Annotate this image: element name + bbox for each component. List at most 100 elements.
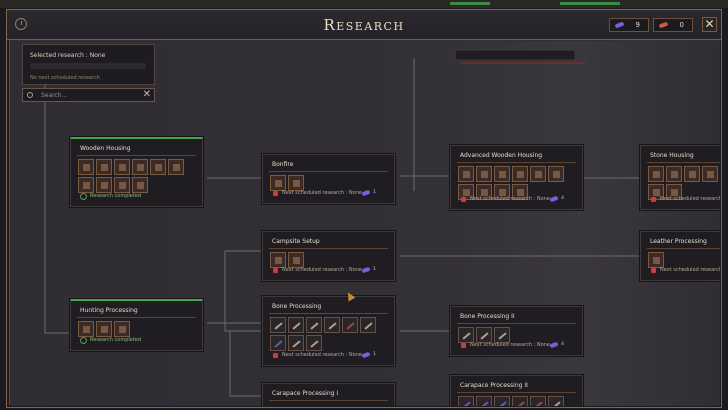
bone-armor-icon[interactable] — [458, 327, 474, 343]
bone-wand-icon[interactable] — [342, 317, 358, 333]
bone-axe-icon[interactable] — [270, 335, 286, 351]
meat-rack-icon[interactable] — [114, 321, 130, 337]
selected-research-label: Selected research : None — [30, 52, 106, 59]
cabinet-icon[interactable] — [96, 177, 112, 193]
node-bone-processing[interactable]: Bone Processing Next scheduled research … — [262, 296, 395, 366]
search-input[interactable] — [41, 90, 141, 100]
bone-bow-icon[interactable] — [288, 335, 304, 351]
status-text: Research completed — [90, 337, 142, 343]
crystal-icon — [549, 341, 559, 349]
node-carapace-processing-i[interactable]: Carapace Processing I — [262, 383, 395, 406]
bonfire-icon[interactable] — [270, 175, 286, 191]
node-title: Wooden Housing — [80, 145, 131, 152]
cost-value: 1 — [373, 267, 376, 272]
status-text: Research completed — [90, 193, 142, 199]
clear-search-icon[interactable]: ✕ — [143, 89, 151, 101]
unlock-icons — [458, 327, 510, 343]
tent-icon[interactable] — [270, 252, 286, 268]
lock-icon — [273, 353, 278, 358]
carapace-staff-icon[interactable] — [530, 396, 546, 406]
stool-icon[interactable] — [168, 159, 184, 175]
node-title: Leather Processing — [650, 238, 707, 245]
bench-icon[interactable] — [150, 159, 166, 175]
node-title: Bone Processing — [272, 303, 322, 310]
node-bone-processing-ii[interactable]: Bone Processing II Next scheduled resear… — [450, 306, 583, 356]
node-leather-processing[interactable]: Leather Processing Next scheduled resear… — [640, 231, 720, 281]
cost-value: 1 — [373, 190, 376, 195]
node-divider — [269, 248, 388, 249]
unlock-icons — [458, 396, 578, 406]
floor-icon[interactable] — [512, 166, 528, 182]
tree-link — [224, 251, 262, 332]
butcher-table-icon[interactable] — [78, 321, 94, 337]
node-status: Next scheduled research : None — [647, 267, 720, 276]
bone-club-icon[interactable] — [270, 317, 286, 333]
bone-helmet-icon[interactable] — [476, 327, 492, 343]
door-icon[interactable] — [96, 159, 112, 175]
node-title: Hunting Processing — [80, 307, 138, 314]
bone-sword-icon[interactable] — [288, 317, 304, 333]
bone-spear-icon[interactable] — [324, 317, 340, 333]
node-status: Next scheduled research : None 1 — [269, 189, 388, 199]
stone-wall-icon[interactable] — [648, 166, 664, 182]
status-text: Next scheduled research : None — [660, 267, 720, 273]
node-advanced-wooden-housing[interactable]: Advanced Wooden Housing Next scheduled r… — [450, 145, 583, 210]
wall-icon[interactable] — [458, 166, 474, 182]
carapace-spear-icon[interactable] — [476, 396, 492, 406]
node-divider — [457, 162, 576, 163]
bone-dagger-icon[interactable] — [306, 317, 322, 333]
hud-health-bar — [450, 2, 490, 5]
status-text: Next scheduled research : None — [282, 190, 362, 196]
bone-pick-icon[interactable] — [306, 335, 322, 351]
node-stone-housing[interactable]: Stone Housing Next scheduled research : … — [640, 145, 720, 210]
carapace-wand-icon[interactable] — [512, 396, 528, 406]
stone-bench-icon[interactable] — [702, 166, 718, 182]
node-status: Next scheduled research : None 1 — [269, 351, 388, 361]
barrel-icon[interactable] — [114, 177, 130, 193]
door-icon[interactable] — [476, 166, 492, 182]
node-carapace-processing-ii[interactable]: Carapace Processing II — [450, 375, 583, 406]
wall-icon[interactable] — [78, 159, 94, 175]
bed-icon[interactable] — [114, 159, 130, 175]
carapace-blade-icon[interactable] — [458, 396, 474, 406]
research-tree-canvas[interactable]: Selected research : None No next schedul… — [10, 41, 720, 406]
cost-value: 4 — [561, 342, 564, 347]
node-bonfire[interactable]: Bonfire Next scheduled research : None 1 — [262, 154, 395, 204]
node-title: Advanced Wooden Housing — [460, 152, 543, 159]
carapace-dagger-icon[interactable] — [548, 396, 564, 406]
node-status: Next scheduled research : None 1 — [269, 266, 388, 276]
shelf-icon[interactable] — [78, 177, 94, 193]
status-text: Next scheduled research : None — [660, 196, 720, 202]
tanning-rack-icon[interactable] — [648, 252, 664, 268]
unlock-icons — [270, 317, 390, 351]
node-campsite-setup[interactable]: Campsite Setup Next scheduled research :… — [262, 231, 395, 281]
lock-icon — [461, 197, 466, 202]
carapace-axe-icon[interactable] — [494, 396, 510, 406]
crate-icon[interactable] — [132, 177, 148, 193]
bone-staff-icon[interactable] — [360, 317, 376, 333]
bedroll-icon[interactable] — [288, 252, 304, 268]
close-button[interactable]: ✕ — [702, 17, 717, 32]
status-text: Next scheduled research : None — [470, 196, 550, 202]
node-status: Next scheduled research : None 4 — [457, 195, 576, 205]
stone-floor-icon[interactable] — [684, 166, 700, 182]
node-status: Next scheduled research : None — [647, 196, 720, 205]
campfire-icon[interactable] — [288, 175, 304, 191]
bone-shield-icon[interactable] — [494, 327, 510, 343]
node-divider — [647, 162, 720, 163]
node-wooden-housing[interactable]: Wooden Housing Research completed — [70, 137, 203, 207]
stone-door-icon[interactable] — [666, 166, 682, 182]
table-icon[interactable] — [132, 159, 148, 175]
node-hunting-processing[interactable]: Hunting Processing Research completed — [70, 299, 203, 351]
node-status: Research completed — [77, 193, 196, 202]
skinning-knife-icon[interactable] — [96, 321, 112, 337]
node-divider — [269, 400, 388, 401]
window-icon[interactable] — [494, 166, 510, 182]
node-title: Carapace Processing II — [460, 382, 528, 389]
roof-icon[interactable] — [530, 166, 546, 182]
stairs-icon[interactable] — [548, 166, 564, 182]
research-progress-bar — [30, 63, 146, 69]
tree-link — [229, 331, 262, 397]
unlock-icons — [78, 159, 198, 193]
crystal-icon — [361, 266, 371, 274]
